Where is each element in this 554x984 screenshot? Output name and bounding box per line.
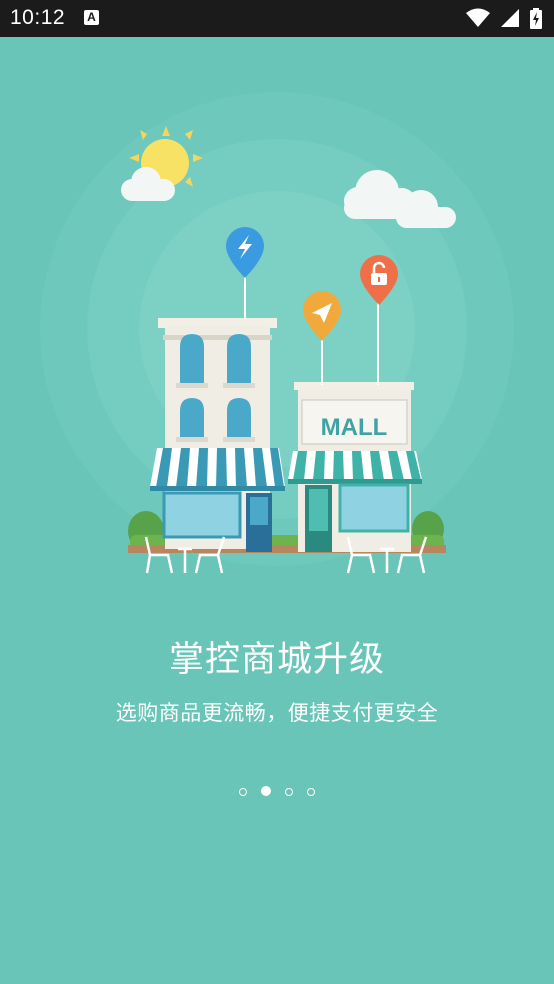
a-icon: A <box>84 10 99 25</box>
battery-charging-icon <box>530 8 542 29</box>
status-time: 10:12 <box>10 6 66 29</box>
page-indicator-dot[interactable] <box>307 788 315 796</box>
wifi-icon <box>465 8 490 27</box>
onboarding-title: 掌控商城升级 <box>168 640 385 680</box>
status-icons <box>460 8 542 30</box>
page-indicator-dot[interactable] <box>285 788 293 796</box>
onboarding-screen[interactable]: MALL 掌控商城升级 选购商品更流畅，便捷支付更安全 <box>0 37 554 984</box>
building-left <box>150 318 285 552</box>
page-indicator <box>0 786 554 799</box>
onboarding-subtitle: 选购商品更流畅，便捷支付更安全 <box>115 701 439 725</box>
status-bar: 10:12 A <box>0 0 554 37</box>
mall-illustration: MALL <box>40 92 514 574</box>
building-right: MALL <box>288 382 422 552</box>
mall-sign-text: MALL <box>321 414 388 441</box>
signal-icon <box>500 9 519 27</box>
page-indicator-dot-active[interactable] <box>261 786 271 796</box>
page-indicator-dot[interactable] <box>239 788 247 796</box>
